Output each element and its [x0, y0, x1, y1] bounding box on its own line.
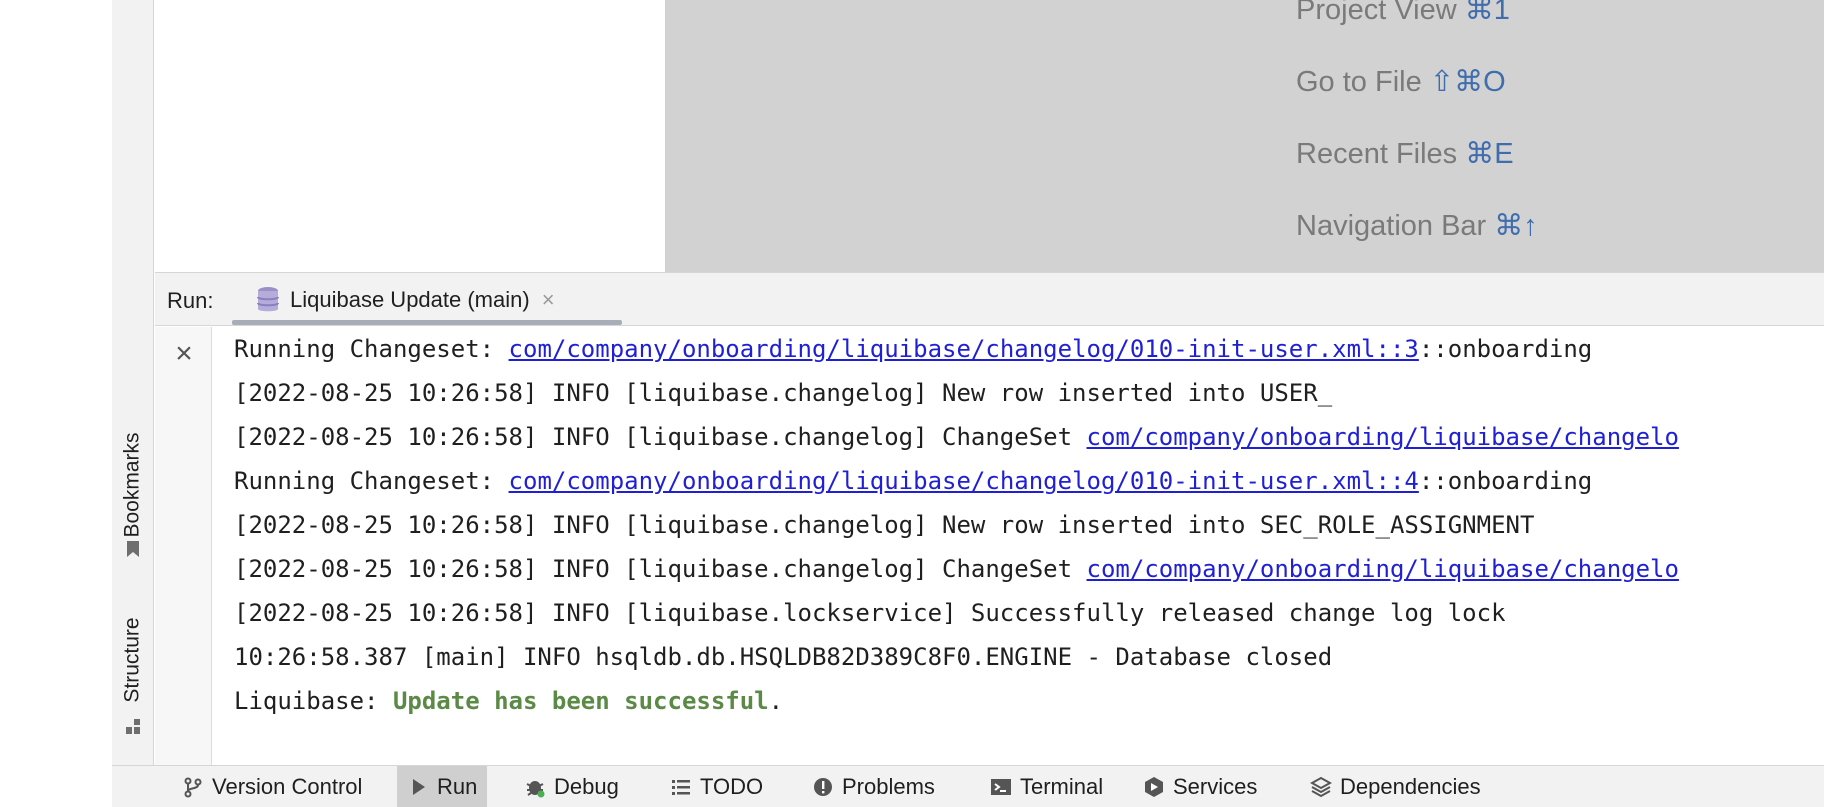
- console-line: [2022-08-25 10:26:58] INFO [liquibase.ch…: [234, 423, 1679, 451]
- problems-button[interactable]: Problems: [802, 766, 945, 807]
- run-label: Run:: [167, 288, 214, 313]
- console-success-line: Liquibase: Update has been successful.: [234, 687, 784, 715]
- success-message: Update has been successful: [392, 687, 769, 715]
- left-tool-stripe: Bookmarks Structure: [112, 0, 154, 765]
- version-control-button[interactable]: Version Control: [172, 766, 372, 807]
- changeset-link[interactable]: com/company/onboarding/liquibase/changel…: [509, 467, 1419, 495]
- services-icon: [1145, 777, 1163, 797]
- bookmark-icon: [127, 541, 139, 557]
- hint-recent-files: Recent Files ⌘E: [1296, 138, 1514, 170]
- run-button[interactable]: Run: [397, 766, 488, 807]
- console-line: Running Changeset: com/company/onboardin…: [234, 467, 1593, 495]
- list-icon: [672, 780, 690, 795]
- branch-icon: [184, 777, 202, 798]
- hint-navigation-bar: Navigation Bar ⌘↑: [1296, 210, 1538, 242]
- terminal-button[interactable]: Terminal: [980, 766, 1113, 807]
- editor-left-pane: [155, 0, 666, 272]
- terminal-icon: [991, 779, 1011, 795]
- console-line: 10:26:58.387 [main] INFO hsqldb.db.HSQLD…: [234, 643, 1333, 671]
- warning-icon: [814, 778, 832, 796]
- structure-tool-button[interactable]: Structure: [112, 600, 154, 720]
- console-line: Running Changeset: com/company/onboardin…: [234, 335, 1593, 363]
- changeset-link[interactable]: com/company/onboarding/liquibase/changel…: [1087, 555, 1679, 583]
- database-icon: [257, 286, 279, 311]
- bottom-tool-bar: Version Control Run Debug TODO Problems: [112, 765, 1824, 807]
- todo-button[interactable]: TODO: [660, 766, 773, 807]
- active-tab-indicator: [232, 320, 622, 325]
- run-tab-title: Liquibase Update (main): [290, 286, 530, 312]
- outer-margin: [0, 0, 112, 807]
- structure-icon: [126, 719, 140, 734]
- changeset-link[interactable]: com/company/onboarding/liquibase/changel…: [509, 335, 1419, 363]
- play-icon: [413, 779, 425, 795]
- close-tab-icon[interactable]: ×: [542, 287, 555, 313]
- console-line: [2022-08-25 10:26:58] INFO [liquibase.lo…: [234, 599, 1506, 627]
- console-line: [2022-08-25 10:26:58] INFO [liquibase.ch…: [234, 555, 1679, 583]
- console-output: Running Changeset: com/company/onboardin…: [213, 327, 1824, 765]
- hint-go-to-file: Go to File ⇧⌘O: [1296, 66, 1506, 98]
- close-icon[interactable]: ×: [171, 339, 197, 369]
- layers-icon: [1310, 776, 1332, 798]
- run-tool-window-header: Run: Liquibase Update (main) ×: [155, 272, 1824, 326]
- bug-icon: [526, 781, 545, 798]
- dependencies-button[interactable]: Dependencies: [1300, 766, 1491, 807]
- bookmarks-label: Bookmarks: [121, 432, 144, 538]
- services-button[interactable]: Services: [1133, 766, 1267, 807]
- bookmarks-tool-button[interactable]: Bookmarks: [112, 410, 154, 560]
- console-gutter: ×: [155, 327, 212, 765]
- run-tab-liquibase-update[interactable]: Liquibase Update (main) ×: [232, 273, 579, 326]
- structure-label: Structure: [121, 617, 145, 703]
- console-line: [2022-08-25 10:26:58] INFO [liquibase.ch…: [234, 379, 1333, 407]
- debug-button[interactable]: Debug: [514, 766, 629, 807]
- console-line: [2022-08-25 10:26:58] INFO [liquibase.ch…: [234, 511, 1535, 539]
- changeset-link[interactable]: com/company/onboarding/liquibase/changel…: [1087, 423, 1679, 451]
- hint-project-view: Project View ⌘1: [1296, 0, 1510, 26]
- editor-empty-area: Project View ⌘1 Go to File ⇧⌘O Recent Fi…: [666, 0, 1824, 272]
